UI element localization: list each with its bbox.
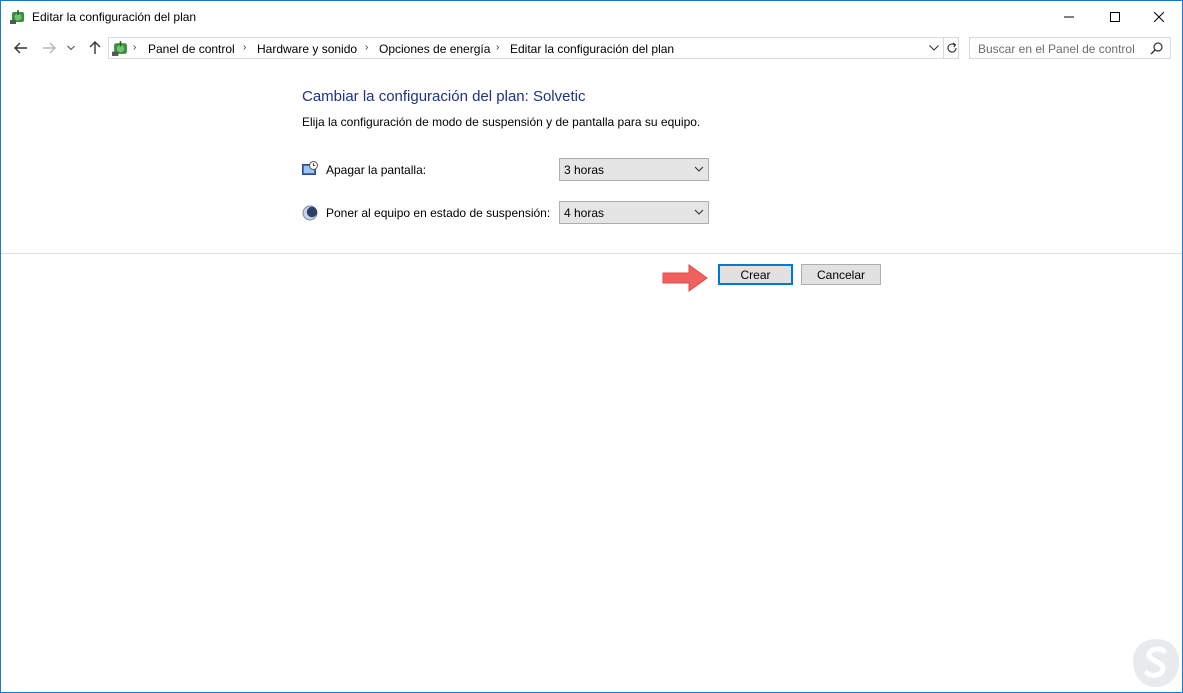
apagar-pantalla-select[interactable]: 3 horas [559, 158, 709, 181]
breadcrumb-panel-de-control[interactable]: Panel de control [148, 42, 235, 56]
search-icon[interactable] [1150, 41, 1164, 55]
up-arrow-icon [89, 41, 101, 54]
annotation-arrow-icon [662, 264, 708, 292]
close-button[interactable] [1136, 1, 1182, 32]
suspension-label: Poner al equipo en estado de suspensión: [326, 206, 551, 220]
chevron-down-icon [694, 166, 704, 172]
apagar-pantalla-label: Apagar la pantalla: [326, 163, 427, 177]
chevron-down-icon [694, 209, 704, 215]
divider [1, 253, 1182, 254]
crear-button[interactable]: Crear [718, 264, 793, 285]
maximize-button[interactable] [1092, 1, 1138, 32]
back-button[interactable] [11, 38, 31, 58]
minimize-button[interactable] [1046, 1, 1092, 32]
forward-arrow-icon [43, 42, 56, 54]
solvetic-logo-icon [1133, 639, 1179, 687]
cancelar-button[interactable]: Cancelar [801, 264, 881, 285]
chevron-down-icon [67, 45, 75, 51]
minimize-icon [1064, 16, 1074, 17]
forward-button[interactable] [39, 38, 59, 58]
up-button[interactable] [85, 38, 105, 58]
suspension-select[interactable]: 4 horas [559, 201, 709, 224]
title-bar: Editar la configuración del plan [1, 1, 1182, 33]
control-panel-icon [112, 41, 127, 56]
moon-sleep-icon [302, 205, 318, 221]
chevron-down-icon [929, 45, 939, 51]
breadcrumb-separator-icon: › [496, 42, 500, 53]
refresh-icon [947, 42, 957, 53]
breadcrumb-opciones-de-energia[interactable]: Opciones de energía [379, 42, 490, 56]
suspension-value: 4 horas [564, 206, 605, 220]
page-subtitle: Elija la configuración de modo de suspen… [302, 115, 701, 129]
monitor-clock-icon [302, 161, 318, 175]
navigation-bar: › Panel de control › Hardware y sonido ›… [1, 33, 1182, 65]
back-arrow-icon [14, 42, 27, 54]
window-title: Editar la configuración del plan [32, 10, 197, 24]
address-dropdown-button[interactable] [925, 38, 943, 58]
power-options-icon [10, 10, 24, 24]
page-title: Cambiar la configuración del plan: Solve… [302, 88, 586, 105]
search-input[interactable]: Buscar en el Panel de control [969, 37, 1171, 59]
window: Editar la configuración del plan › Panel… [0, 0, 1183, 693]
search-placeholder: Buscar en el Panel de control [978, 42, 1135, 56]
maximize-icon [1110, 11, 1120, 22]
breadcrumb-separator-icon: › [243, 42, 247, 53]
address-bar[interactable]: › Panel de control › Hardware y sonido ›… [108, 37, 959, 59]
recent-locations-button[interactable] [64, 38, 78, 58]
breadcrumb-separator-icon: › [365, 42, 369, 53]
refresh-button[interactable] [943, 38, 960, 58]
close-icon [1154, 11, 1164, 22]
breadcrumb-editar-configuracion[interactable]: Editar la configuración del plan [510, 42, 674, 56]
breadcrumb-separator-icon: › [133, 42, 137, 53]
breadcrumb-hardware-y-sonido[interactable]: Hardware y sonido [257, 42, 357, 56]
apagar-pantalla-value: 3 horas [564, 163, 605, 177]
